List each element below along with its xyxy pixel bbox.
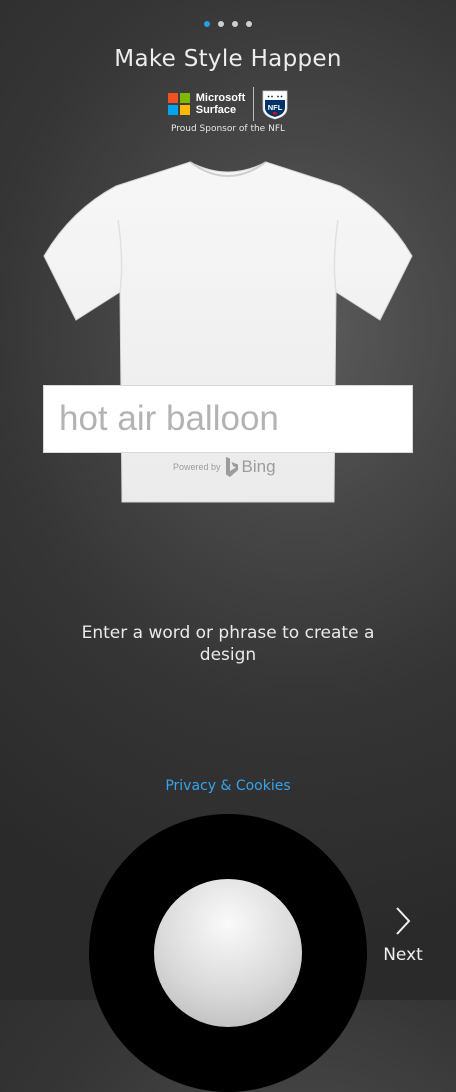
tshirt-image xyxy=(43,161,413,503)
page-dot-1[interactable] xyxy=(204,21,210,27)
sponsor-divider xyxy=(253,87,255,121)
next-label: Next xyxy=(383,945,423,965)
dial-knob-button[interactable] xyxy=(154,879,302,1027)
page-title: Make Style Happen xyxy=(114,46,342,72)
privacy-cookies-link[interactable]: Privacy & Cookies xyxy=(0,778,456,794)
microsoft-logo-icon xyxy=(167,93,190,115)
brand-line-1: Microsoft xyxy=(195,92,246,104)
powered-by-label: Powered by xyxy=(173,462,221,472)
bing-wordmark: Bing xyxy=(241,457,276,476)
powered-by-bing: Powered by Bing xyxy=(173,456,276,478)
sponsor-caption: Proud Sponsor of the NFL xyxy=(170,124,286,134)
page-indicator xyxy=(0,21,456,27)
brand-name: Microsoft Surface xyxy=(196,92,246,116)
design-text-input[interactable]: hot air balloon xyxy=(43,385,413,453)
sponsor-lockup: Microsoft Surface NFL xyxy=(0,86,456,122)
chevron-right-icon xyxy=(396,907,411,935)
page-dot-4[interactable] xyxy=(246,21,252,27)
svg-text:NFL: NFL xyxy=(268,103,283,112)
page-dot-3[interactable] xyxy=(232,21,238,27)
next-button[interactable]: Next xyxy=(378,900,428,970)
instruction-text: Enter a word or phrase to create a desig… xyxy=(81,623,375,665)
brand-line-2: Surface xyxy=(195,104,237,116)
bing-logo-icon xyxy=(225,457,238,477)
page-dot-2[interactable] xyxy=(218,21,224,27)
nfl-shield-icon: NFL xyxy=(262,90,288,120)
